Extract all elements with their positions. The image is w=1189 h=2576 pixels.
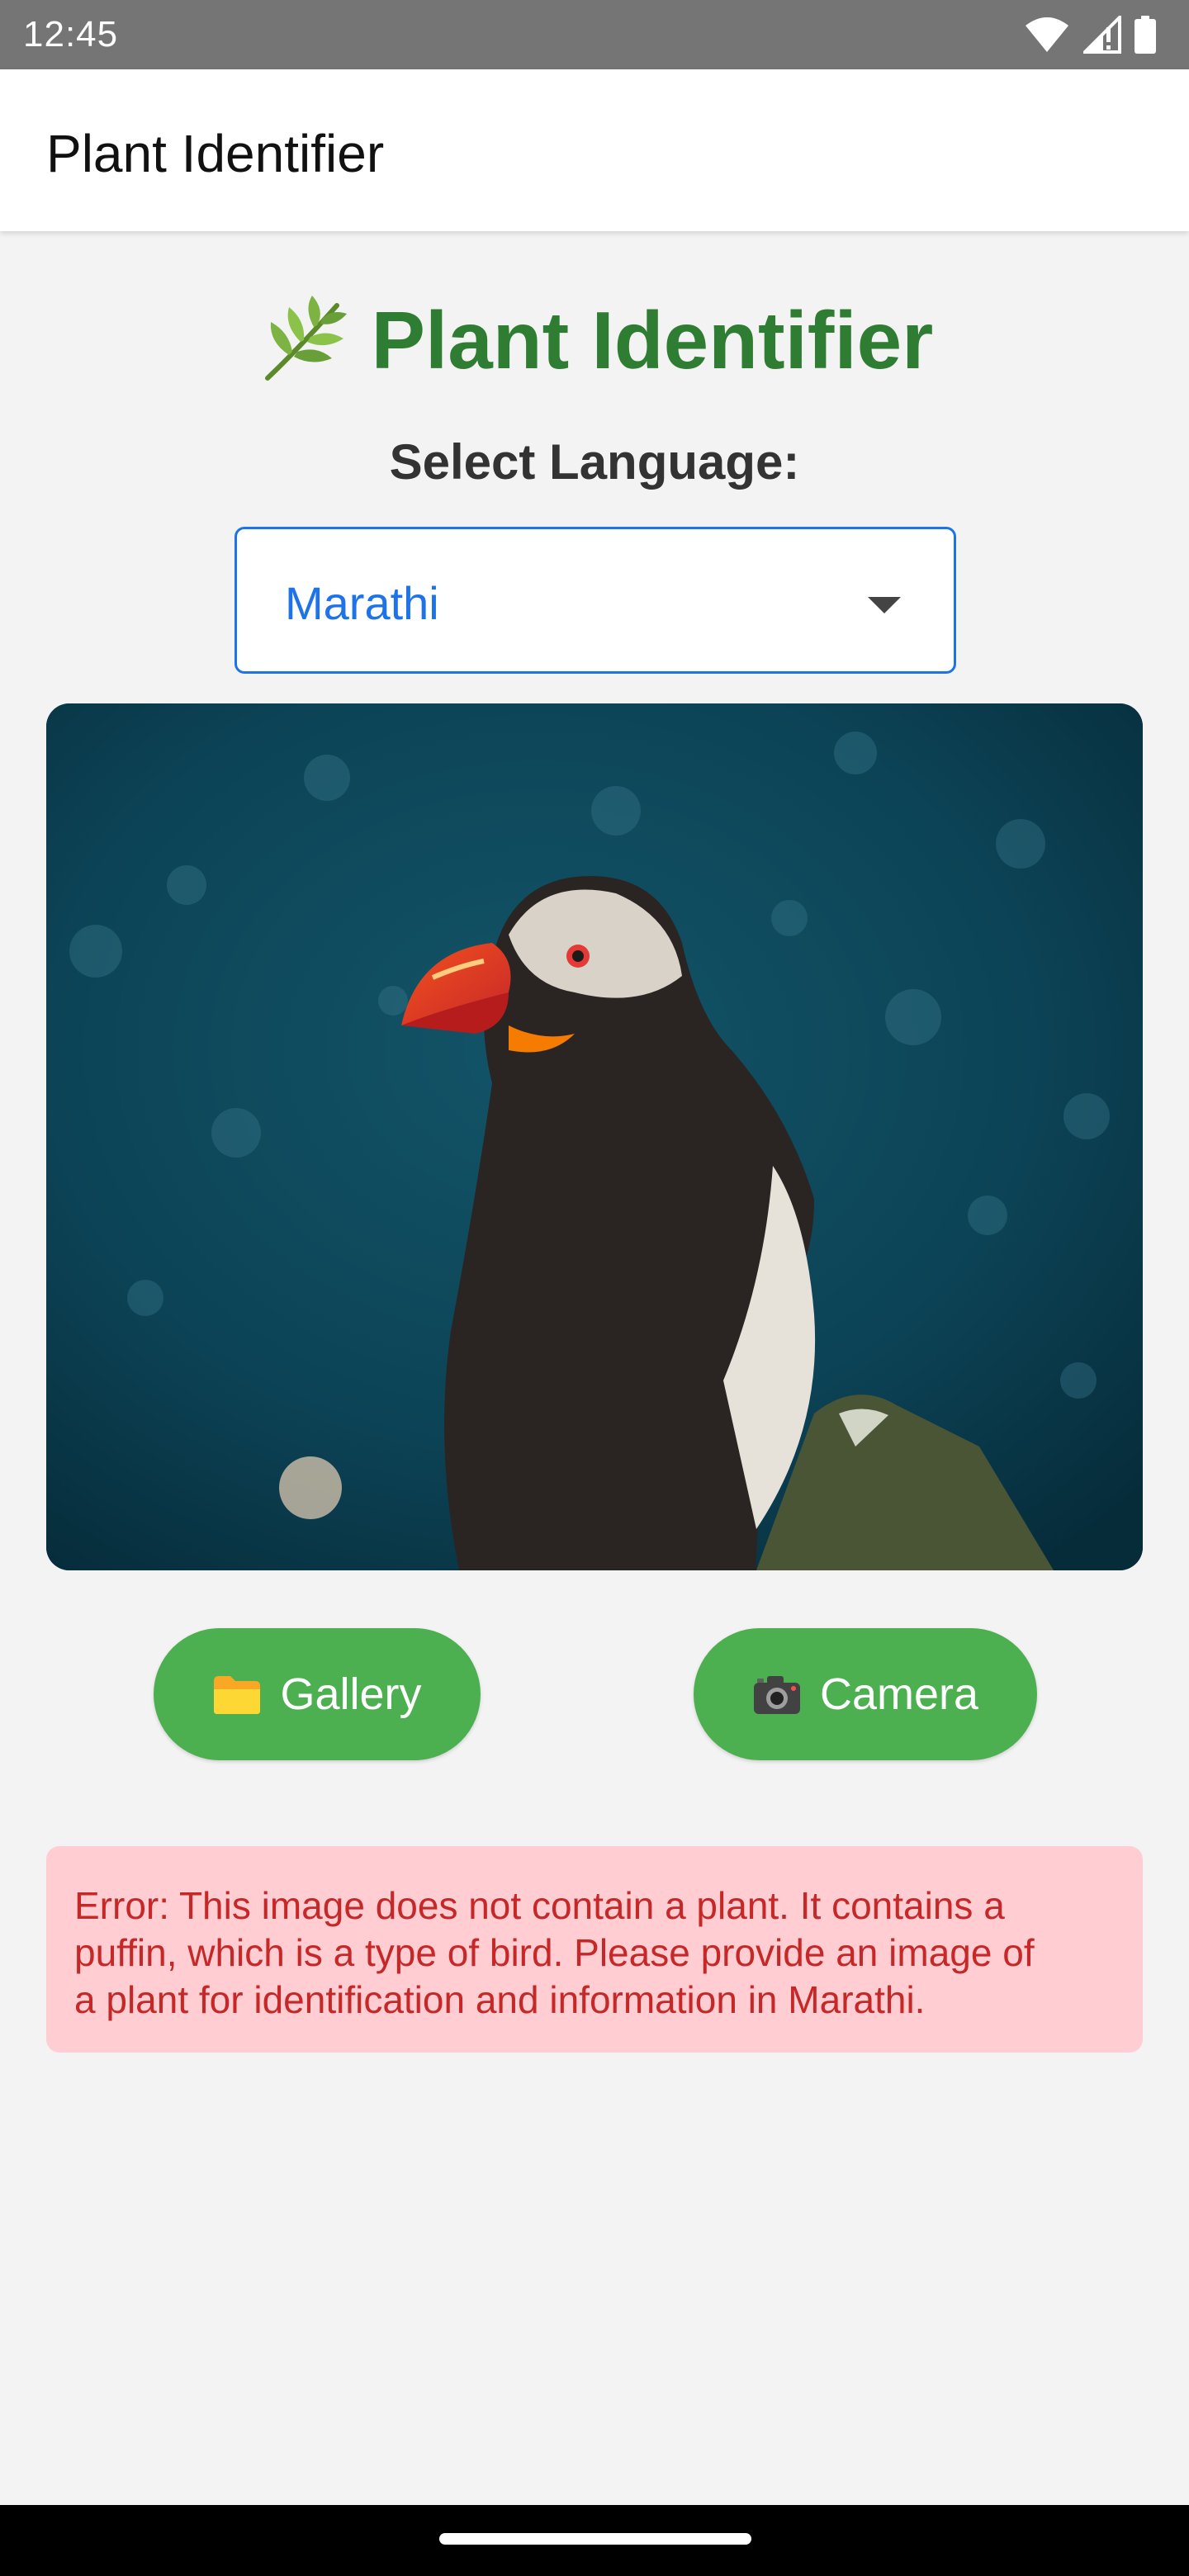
page-heading: Plant Identifier [0,291,1189,390]
leaf-icon [264,296,347,381]
status-icons [1024,15,1156,54]
home-indicator[interactable] [439,2533,751,2545]
page-title: Plant Identifier [371,295,934,386]
camera-icon [753,1676,800,1714]
app-bar-title: Plant Identifier [46,124,385,183]
error-message-text: Error: This image does not contain a pla… [74,1884,1035,2021]
language-select-value: Marathi [285,577,439,629]
navigation-bar [0,2505,1189,2576]
puffin-photo [46,703,1143,1570]
camera-button[interactable]: Camera [694,1628,1037,1760]
selected-image [46,703,1143,1570]
app-bar: Plant Identifier [0,69,1189,231]
gallery-button[interactable]: Gallery [154,1628,481,1760]
battery-icon [1135,16,1156,54]
status-bar: 12:45 [0,0,1189,69]
status-time: 12:45 [23,14,119,54]
camera-button-label: Camera [819,1669,979,1719]
language-select[interactable]: Marathi [234,527,956,674]
language-label: Select Language: [389,434,800,490]
signal-icon [1083,16,1121,54]
folder-icon [214,1676,261,1714]
dropdown-arrow-icon [868,597,901,613]
wifi-icon [1026,17,1068,52]
error-message-box: Error: This image does not contain a pla… [46,1846,1143,2053]
gallery-button-label: Gallery [280,1669,422,1719]
